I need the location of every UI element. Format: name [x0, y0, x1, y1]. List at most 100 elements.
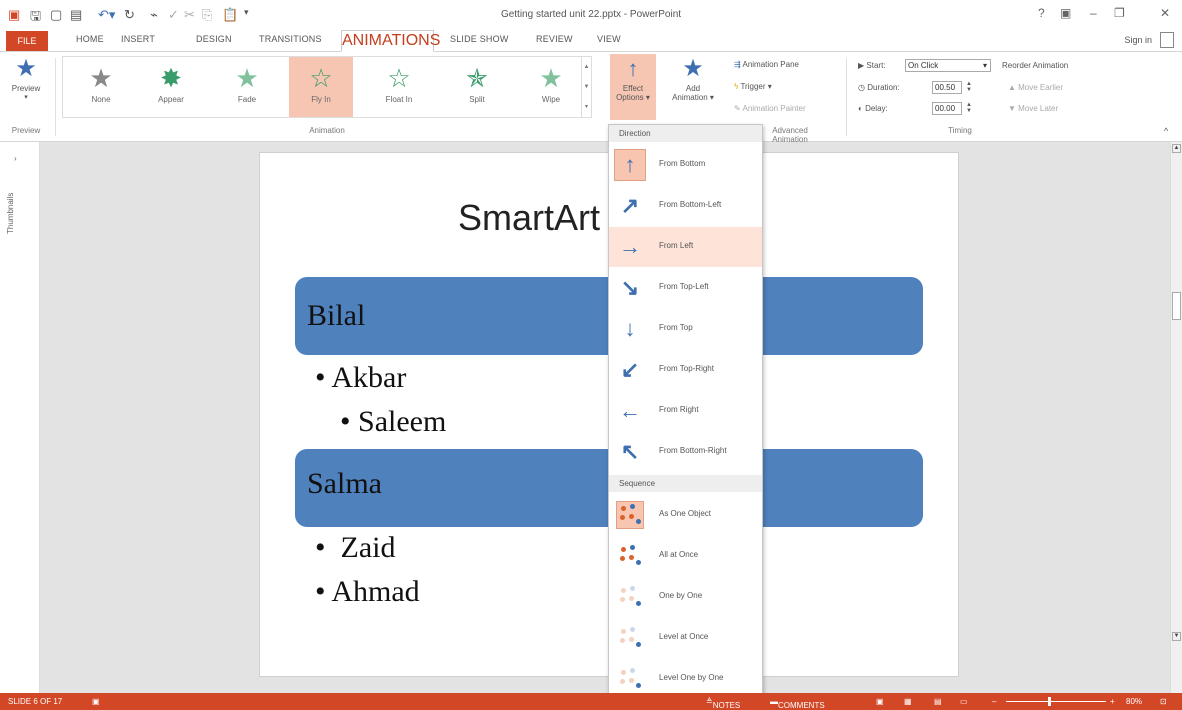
- direction-from-top-right[interactable]: ↙ From Top-Right: [609, 350, 762, 390]
- status-bar: SLIDE 6 OF 17 ▣ ≜ NOTES ▬ COMMENTS ▣ ▦ ▤…: [0, 693, 1182, 710]
- effect-options-label2: Options ▾: [616, 93, 650, 102]
- scroll-up-icon[interactable]: ▲: [1172, 144, 1181, 153]
- animation-pane-button[interactable]: ⇶ Animation Pane: [734, 60, 799, 69]
- gallery-more[interactable]: ▾: [581, 97, 591, 117]
- add-animation-button[interactable]: ★ Add Animation ▾: [668, 54, 718, 102]
- gallery-wipe[interactable]: ★ Wipe: [519, 57, 583, 117]
- close-icon[interactable]: ✕: [1160, 6, 1170, 20]
- gallery-scroll-down[interactable]: ▼: [581, 77, 591, 97]
- help-icon[interactable]: ?: [1038, 6, 1045, 20]
- zoom-in-icon[interactable]: +: [1110, 697, 1115, 706]
- preview-button[interactable]: ★ Preview ▾: [6, 54, 46, 101]
- duration-spinner[interactable]: ▲ ▼: [966, 81, 972, 93]
- add-star-icon: ★: [682, 55, 704, 82]
- effect-options-button[interactable]: ↑ Effect Options ▾: [610, 54, 656, 120]
- star-icon: ✯: [466, 63, 488, 93]
- reorder-label: Reorder Animation: [1002, 61, 1069, 70]
- sub-bullet-item[interactable]: • Saleem: [340, 405, 446, 439]
- tab-transitions[interactable]: TRANSITIONS: [259, 34, 322, 44]
- bullet-item[interactable]: • Ahmad: [315, 575, 420, 609]
- start-select[interactable]: On Click ▾: [905, 59, 991, 72]
- restore-icon[interactable]: ❐: [1114, 6, 1125, 20]
- direction-from-top-left[interactable]: ↘ From Top-Left: [609, 268, 762, 308]
- gallery-fly-in[interactable]: ☆ Fly In: [289, 57, 353, 117]
- tab-slide-show[interactable]: SLIDE SHOW: [450, 34, 509, 44]
- zoom-level[interactable]: 80%: [1126, 697, 1142, 706]
- expand-thumbnails-icon[interactable]: ›: [14, 154, 17, 163]
- arrow-down-left-icon: ↙: [620, 357, 640, 382]
- vertical-scrollbar[interactable]: ▲ ▼: [1170, 142, 1182, 693]
- slide-title[interactable]: SmartArt: [458, 197, 600, 239]
- group-animation: Animation: [309, 126, 345, 135]
- delay-spinner[interactable]: ▲ ▼: [966, 102, 972, 114]
- sign-in-link[interactable]: Sign in: [1124, 35, 1152, 45]
- delay-label: ◐ Delay:: [858, 104, 888, 113]
- gallery-appear[interactable]: ✸ Appear: [139, 57, 203, 117]
- dots-icon: [617, 666, 643, 692]
- dots-icon: [616, 501, 644, 529]
- move-earlier-button[interactable]: ▲ Move Earlier: [1008, 83, 1063, 92]
- tab-insert[interactable]: INSERT: [121, 34, 155, 44]
- spelling-icon[interactable]: ▣: [92, 697, 100, 706]
- sequence-level-at-once[interactable]: Level at Once: [609, 618, 762, 658]
- sequence-as-one-object[interactable]: As One Object: [609, 495, 762, 535]
- notes-button[interactable]: ≜ NOTES: [706, 697, 740, 710]
- arrow-left-icon: ←: [619, 398, 641, 423]
- comments-button[interactable]: ▬ COMMENTS: [770, 697, 825, 710]
- slide-sorter-icon[interactable]: ▦: [904, 697, 912, 706]
- tab-home[interactable]: HOME: [76, 34, 104, 44]
- delay-icon: ◐: [858, 104, 863, 113]
- zoom-slider-thumb[interactable]: [1048, 697, 1051, 706]
- gallery-scroll-up[interactable]: ▲: [581, 57, 591, 77]
- animation-gallery: ★ None ✸ Appear ★ Fade ☆ Fly In ☆ Float …: [62, 56, 592, 118]
- tab-review[interactable]: REVIEW: [536, 34, 573, 44]
- gallery-split[interactable]: ✯ Split: [445, 57, 509, 117]
- direction-from-bottom-right[interactable]: ↖ From Bottom-Right: [609, 432, 762, 472]
- direction-from-right[interactable]: ← From Right: [609, 391, 762, 431]
- title-bar: ▣ 🖫 ▢ ▤ ↶▾ ↻ ⌁ ✓ ✂ ⎘ 📋 ▾ Getting started…: [0, 0, 1182, 30]
- tab-animations[interactable]: ANIMATIONS: [341, 30, 440, 52]
- gallery-fade[interactable]: ★ Fade: [215, 57, 279, 117]
- direction-from-top[interactable]: ↓ From Top: [609, 309, 762, 349]
- gallery-float-in[interactable]: ☆ Float In: [367, 57, 431, 117]
- sequence-header: Sequence: [609, 475, 762, 492]
- group-timing: Timing: [948, 126, 972, 135]
- scroll-down-icon[interactable]: ▼: [1172, 632, 1181, 641]
- animation-painter-button[interactable]: ✎ Animation Painter: [734, 104, 806, 113]
- bullet-item[interactable]: • Akbar: [315, 361, 406, 395]
- ribbon-display-icon[interactable]: ▣: [1060, 6, 1071, 20]
- sequence-all-at-once[interactable]: All at Once: [609, 536, 762, 576]
- arrow-up-right-icon: ↗: [620, 193, 640, 218]
- slide-counter[interactable]: SLIDE 6 OF 17: [8, 697, 62, 706]
- move-later-button[interactable]: ▼ Move Later: [1008, 104, 1058, 113]
- slideshow-icon[interactable]: ▭: [960, 697, 968, 706]
- minimize-icon[interactable]: –: [1090, 6, 1097, 20]
- zoom-out-icon[interactable]: –: [992, 697, 996, 706]
- normal-view-icon[interactable]: ▣: [876, 697, 884, 706]
- gallery-none[interactable]: ★ None: [69, 57, 133, 117]
- direction-from-left[interactable]: → From Left: [609, 227, 762, 267]
- duration-input[interactable]: 00.50: [932, 81, 962, 94]
- reading-view-icon[interactable]: ▤: [934, 697, 942, 706]
- add-animation-label2: Animation ▾: [672, 93, 714, 102]
- direction-from-bottom-left[interactable]: ↗ From Bottom-Left: [609, 186, 762, 226]
- zoom-slider[interactable]: [1006, 701, 1106, 702]
- arrow-right-icon: →: [619, 234, 641, 259]
- delay-input[interactable]: 00.00: [932, 102, 962, 115]
- collapse-ribbon-icon[interactable]: ^: [1164, 126, 1168, 136]
- fit-to-window-icon[interactable]: ⊡: [1160, 697, 1167, 706]
- thumbnails-pane: › Thumbnails: [0, 142, 40, 693]
- scroll-thumb[interactable]: [1172, 292, 1181, 320]
- ribbon-tabs: FILE HOME INSERT DESIGN TRANSITIONS ANIM…: [0, 30, 1182, 52]
- account-icon[interactable]: [1160, 32, 1174, 48]
- chevron-down-icon: ▾: [982, 61, 987, 70]
- sequence-one-by-one[interactable]: One by One: [609, 577, 762, 617]
- tab-file[interactable]: FILE: [6, 31, 48, 51]
- tab-design[interactable]: DESIGN: [196, 34, 232, 44]
- star-icon: ★: [235, 63, 259, 93]
- tab-view[interactable]: VIEW: [597, 34, 621, 44]
- direction-from-bottom[interactable]: ↑ From Bottom: [609, 145, 762, 185]
- arrow-up-icon: ↑: [614, 149, 646, 181]
- bullet-item[interactable]: • Zaid: [315, 531, 396, 565]
- trigger-button[interactable]: ϟ Trigger ▾: [734, 82, 772, 91]
